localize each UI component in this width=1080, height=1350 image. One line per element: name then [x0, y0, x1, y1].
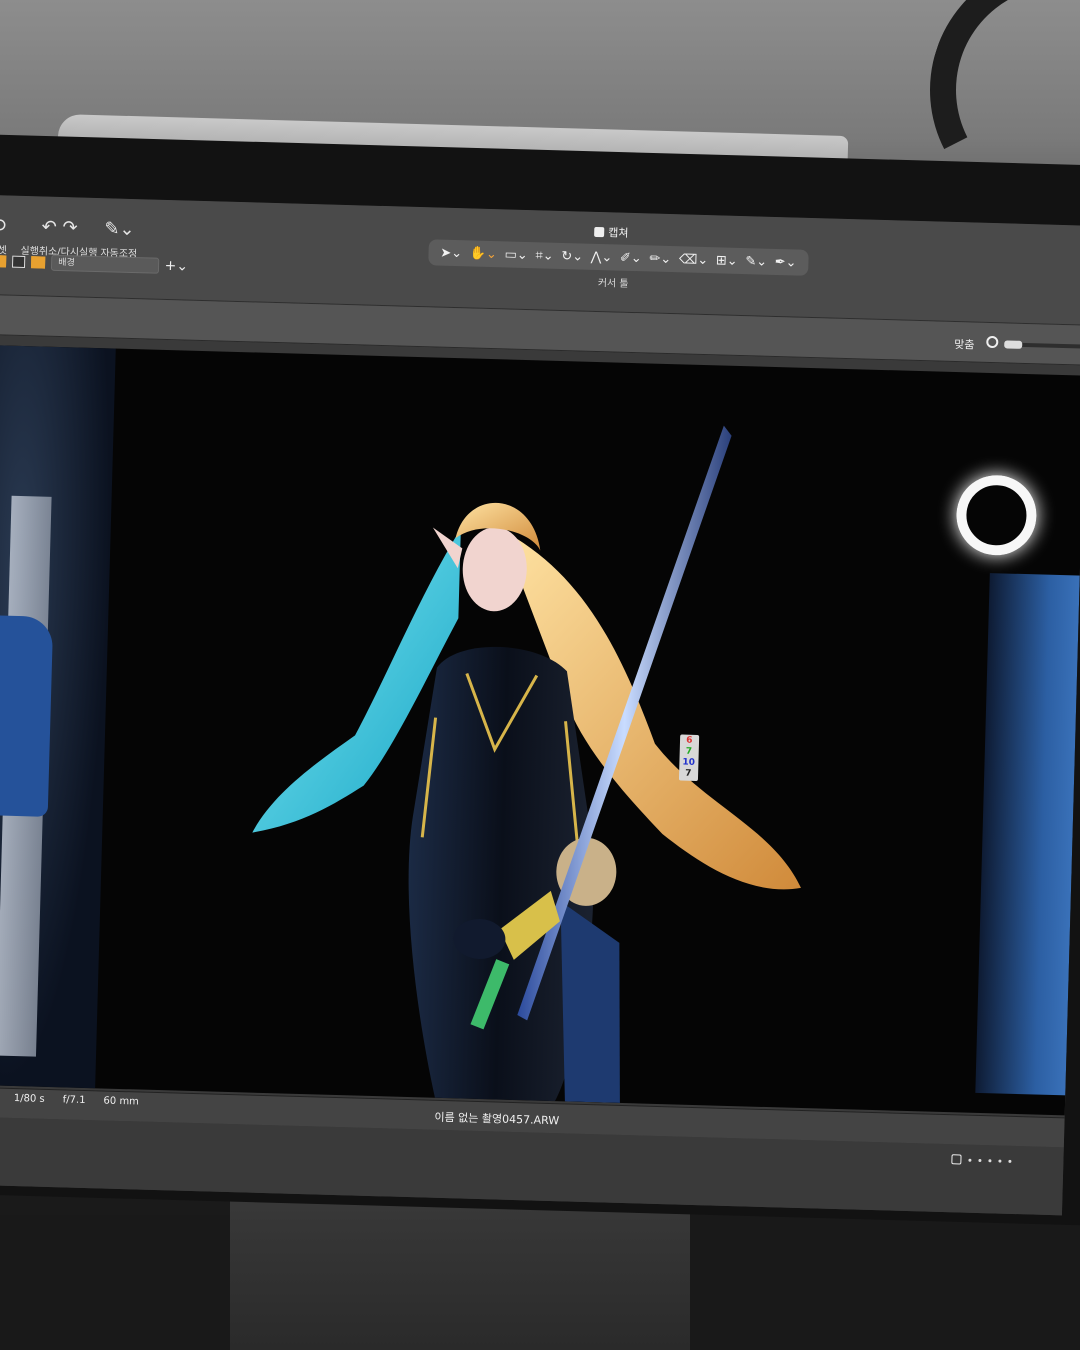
photo-ring-light — [955, 474, 1038, 557]
annotate-tool-icon[interactable]: ✒⌄ — [775, 254, 797, 270]
layer-row: 배경 +⌄ — [0, 251, 188, 277]
visibility-icon[interactable] — [31, 256, 46, 269]
pointer-tool-icon[interactable]: ➤⌄ — [440, 245, 462, 261]
focal-length-value: 60 mm — [103, 1095, 140, 1108]
camera-icon — [594, 226, 605, 238]
assistant-body — [560, 901, 620, 1103]
hand-tool-icon[interactable]: ✋⌄ — [470, 246, 498, 262]
focus-point-1-b: 10 — [682, 757, 696, 768]
reset-icon: ⟲ — [0, 215, 7, 237]
brush-tool-icon[interactable]: ✏⌄ — [649, 251, 671, 267]
photo-background-shirt — [0, 614, 54, 817]
photo-subject — [252, 425, 801, 1103]
focus-point-1-g: 7 — [685, 746, 693, 757]
add-layer-icon[interactable]: +⌄ — [164, 258, 188, 275]
eraser-tool-icon[interactable]: ⌫⌄ — [679, 252, 709, 268]
photo-background-curtain — [975, 573, 1080, 1096]
aperture-value: f/7.1 — [62, 1094, 86, 1107]
preset-button[interactable]: ⟲ 리셋 — [0, 215, 8, 256]
page-dot[interactable] — [1008, 1159, 1012, 1163]
zoom-slider-handle[interactable] — [1004, 340, 1023, 349]
page-dot[interactable] — [968, 1158, 972, 1162]
view-mode-pager[interactable] — [951, 1154, 1012, 1166]
focus-point-1-l: 7 — [685, 768, 692, 779]
zoom-icon — [986, 335, 999, 349]
keystone-tool-icon[interactable]: ⋀⌄ — [591, 249, 613, 265]
undo-redo-icon: ↶ ↷ — [41, 216, 78, 239]
tab-capture-label: 캡쳐 — [608, 226, 629, 240]
page-dot[interactable] — [988, 1158, 992, 1162]
heal-tool-icon[interactable]: ✎⌄ — [745, 254, 767, 270]
exif-info: 100 1/80 s f/7.1 60 mm — [0, 1092, 140, 1108]
face — [462, 527, 527, 612]
filename: 이름 없는 촬영0457.ARW — [434, 1110, 560, 1128]
focus-point-1[interactable]: 6 7 10 7 — [678, 734, 699, 781]
page-dot[interactable] — [978, 1158, 982, 1162]
page-dot[interactable] — [998, 1159, 1002, 1163]
loupe-tool-icon[interactable]: ▭⌄ — [504, 247, 528, 263]
tab-capture[interactable]: 캡쳐 — [594, 224, 629, 241]
mask-icon[interactable] — [11, 255, 26, 269]
tool-caption: 커서 툴 — [597, 278, 629, 290]
cursor-tools-group: ➤⌄ ✋⌄ ▭⌄ ⌗⌄ ↻⌄ ⋀⌄ ✐⌄ ✏⌄ ⌫⌄ ⊞⌄ ✎⌄ ✒⌄ — [428, 239, 809, 276]
layer-select[interactable]: 배경 — [51, 254, 159, 274]
crop-tool-icon[interactable]: ⌗⌄ — [535, 248, 554, 264]
focus-point-1-r: 6 — [686, 735, 693, 746]
zoom-slider[interactable] — [1004, 340, 1080, 349]
fit-button[interactable]: 맞춤 — [954, 336, 975, 353]
monitor-screen: ⟲ 리셋 ↶ ↷ 실행취소/다시실행 ✎⌄ 자동조정 캡쳐 ➤⌄ ✋⌄ ▭⌄ ⌗… — [0, 195, 1080, 1216]
single-view-icon[interactable] — [951, 1154, 962, 1165]
picker-tool-icon[interactable]: ✐⌄ — [620, 250, 642, 266]
gradient-tool-icon[interactable]: ⊞⌄ — [716, 253, 738, 269]
layer-color-icon — [0, 255, 7, 268]
rotate-tool-icon[interactable]: ↻⌄ — [561, 248, 583, 264]
magic-wand-icon: ✎⌄ — [104, 218, 135, 241]
shutter-value: 1/80 s — [13, 1093, 45, 1105]
image-viewer[interactable]: 6 7 10 7 8 14 21 13 — [0, 344, 1080, 1116]
